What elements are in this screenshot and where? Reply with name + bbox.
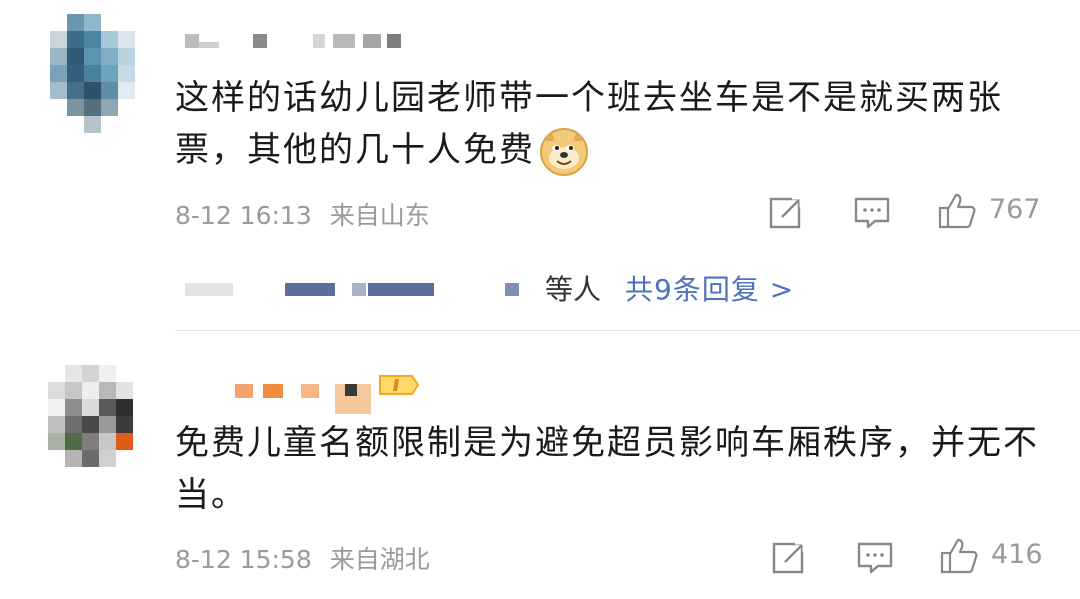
doge-emoji-icon	[540, 127, 588, 176]
like-count: 416	[991, 539, 1043, 570]
like-count: 767	[989, 194, 1041, 225]
avatar[interactable]	[50, 14, 150, 133]
replies-suffix: 等人	[545, 273, 602, 306]
comment-date: 8-12 15:58	[175, 545, 312, 574]
reply-button[interactable]	[853, 195, 891, 231]
share-button[interactable]	[771, 540, 809, 576]
member-badge-icon	[379, 375, 420, 395]
comment-icon	[854, 197, 890, 229]
share-button[interactable]	[768, 195, 806, 231]
comment-item: 免费儿童名额限制是为避免超员影响车厢秩序，并无不当。 8-12 15:58 来自…	[0, 335, 1080, 599]
comment-meta: 8-12 15:58 来自湖北	[175, 540, 430, 576]
like-button[interactable]: 767	[937, 192, 1057, 229]
comment-location: 来自山东	[329, 201, 430, 230]
comment-meta: 8-12 16:13 来自山东	[175, 196, 430, 232]
replies-preview[interactable]: 等人 共9条回复 >	[0, 268, 1080, 308]
thumbs-up-icon	[938, 193, 976, 229]
comment-item: 这样的话幼儿园老师带一个班去坐车是不是就买两张票，其他的几十人免费 8-12 1…	[0, 0, 1080, 330]
comment-text: 这样的话幼儿园老师带一个班去坐车是不是就买两张票，其他的几十人免费	[175, 72, 1055, 177]
divider	[175, 330, 1080, 331]
share-icon	[772, 540, 808, 574]
comment-location: 来自湖北	[329, 545, 430, 574]
comment-date: 8-12 16:13	[175, 201, 312, 230]
comment-icon	[857, 542, 893, 574]
username-redacted[interactable]	[185, 32, 405, 50]
username-redacted[interactable]	[235, 382, 395, 416]
like-button[interactable]: 416	[939, 537, 1059, 574]
reply-button[interactable]	[856, 540, 894, 576]
thumbs-up-icon	[940, 538, 978, 574]
avatar[interactable]	[48, 365, 148, 475]
view-replies-link[interactable]: 共9条回复 >	[625, 268, 794, 308]
share-icon	[769, 195, 805, 229]
comment-text: 免费儿童名额限制是为避免超员影响车厢秩序，并无不当。	[175, 423, 1039, 515]
